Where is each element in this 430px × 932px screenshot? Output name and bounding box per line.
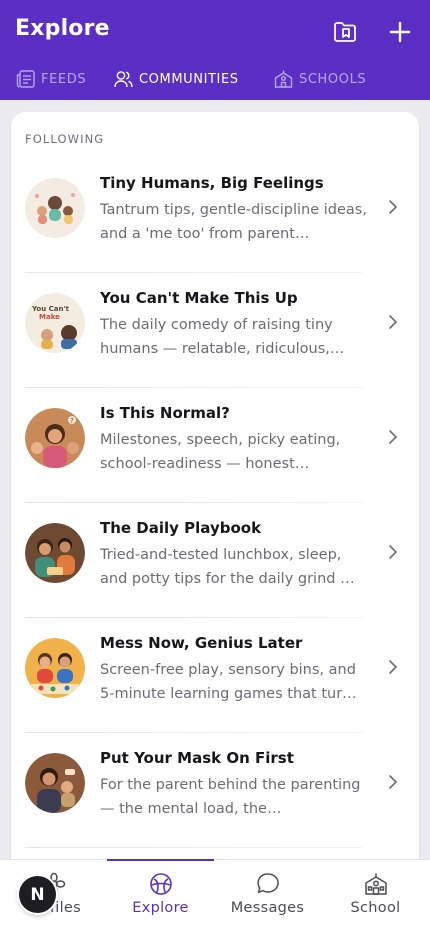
community-avatar: ?	[25, 408, 85, 468]
community-item[interactable]: The Daily Playbook Tried-and-tested lunc…	[11, 503, 419, 618]
community-description: The daily comedy of raising tiny humans …	[100, 317, 345, 357]
community-title: Is This Normal?	[100, 404, 230, 422]
feeds-icon	[16, 70, 35, 88]
nav-explore-label: Explore	[132, 900, 189, 916]
active-indicator	[107, 859, 214, 861]
svg-text:?: ?	[70, 417, 74, 425]
row-divider	[25, 847, 363, 848]
section-label: FOLLOWING	[25, 132, 105, 146]
community-title: The Daily Playbook	[100, 519, 262, 537]
add-button[interactable]	[385, 17, 415, 47]
people-icon	[114, 71, 133, 88]
page-title: Explore	[15, 16, 110, 41]
community-avatar	[25, 638, 85, 698]
community-description: Tantrum tips, gentle-discipline ideas, a…	[100, 202, 367, 242]
svg-text:You Can't: You Can't	[31, 305, 70, 313]
chevron-right-icon	[389, 660, 398, 674]
chevron-right-icon	[389, 430, 398, 444]
tab-feeds-label: FEEDS	[41, 71, 87, 87]
chevron-right-icon	[389, 200, 398, 214]
compass-icon	[149, 873, 172, 895]
saved-folder-button[interactable]	[330, 17, 360, 47]
svg-text:Make: Make	[39, 313, 60, 321]
community-list: Tiny Humans, Big Feelings Tantrum tips, …	[11, 158, 419, 848]
chevron-right-icon	[389, 775, 398, 789]
tab-feeds[interactable]: FEEDS	[16, 64, 86, 94]
nav-explore[interactable]: Explore	[107, 859, 214, 932]
community-item[interactable]: You Can't Make You Can't Make This Up Th…	[11, 273, 419, 388]
community-avatar	[25, 753, 85, 813]
community-title: You Can't Make This Up	[100, 289, 298, 307]
community-item[interactable]: Put Your Mask On First For the parent be…	[11, 733, 419, 848]
community-item[interactable]: ? Is This Normal? Milestones, speech, pi…	[11, 388, 419, 503]
school-building-icon	[364, 873, 387, 895]
following-card: FOLLOWING Tiny Humans, Big Feelings Tant…	[11, 112, 419, 872]
tab-schools[interactable]: SCHOOLS	[274, 64, 366, 94]
tab-communities[interactable]: COMMUNITIES	[114, 64, 239, 94]
chat-bubble-icon	[256, 873, 279, 894]
folder-bookmark-icon	[334, 22, 356, 42]
community-description: Tried-and-tested lunchbox, sleep, and po…	[100, 547, 355, 587]
nav-messages[interactable]: Messages	[214, 860, 321, 932]
plus-icon	[389, 21, 411, 43]
community-description: For the parent behind the parenting — th…	[100, 777, 361, 817]
community-title: Tiny Humans, Big Feelings	[100, 174, 324, 192]
tab-communities-label: COMMUNITIES	[139, 71, 239, 87]
nav-messages-label: Messages	[230, 900, 305, 916]
explore-tabs: FEEDS COMMUNITIES SCHOOLS	[0, 64, 430, 94]
bottom-nav: Profiles Explore Messages School	[0, 859, 430, 932]
community-item[interactable]: Mess Now, Genius Later Screen-free play,…	[11, 618, 419, 733]
nav-school-label: School	[350, 900, 401, 916]
community-item[interactable]: Tiny Humans, Big Feelings Tantrum tips, …	[11, 158, 419, 273]
community-title: Put Your Mask On First	[100, 749, 294, 767]
community-title: Mess Now, Genius Later	[100, 634, 303, 652]
community-avatar	[25, 523, 85, 583]
user-avatar[interactable]: N	[19, 876, 56, 913]
nav-school[interactable]: School	[322, 860, 429, 932]
community-avatar	[25, 178, 85, 238]
tab-schools-label: SCHOOLS	[299, 71, 367, 87]
chevron-right-icon	[389, 545, 398, 559]
school-icon	[274, 70, 293, 88]
community-avatar: You Can't Make	[25, 293, 85, 353]
community-description: Milestones, speech, picky eating, school…	[100, 432, 341, 472]
community-description: Screen-free play, sensory bins, and 5-mi…	[100, 662, 357, 702]
chevron-right-icon	[389, 315, 398, 329]
app-header: Explore FEEDS COMMUNITIES SCHOOLS	[0, 0, 430, 100]
